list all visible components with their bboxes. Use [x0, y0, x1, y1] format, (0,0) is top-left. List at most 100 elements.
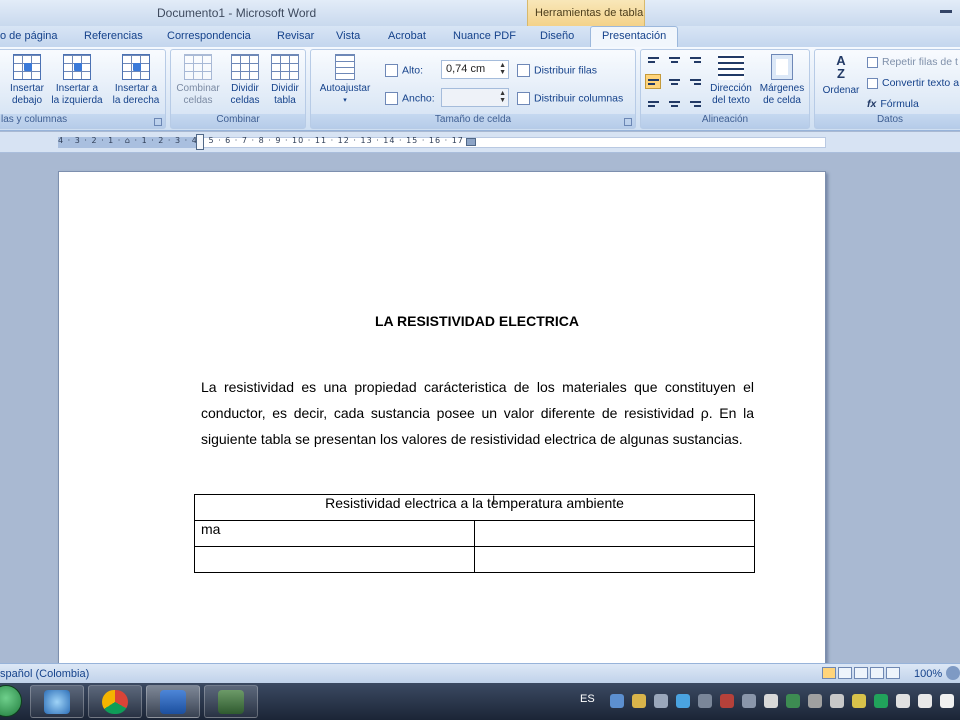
document-page[interactable]: LA RESISTIVIDAD ELECTRICA La resistivida… — [58, 171, 826, 681]
repeat-header-rows-button[interactable]: Repetir filas de t — [867, 56, 958, 68]
sort-icon: AZ — [836, 53, 846, 81]
indent-marker-icon[interactable] — [196, 134, 204, 150]
align-top-right-icon[interactable] — [687, 54, 703, 69]
insert-right-button[interactable]: Insertar a la derecha — [107, 54, 165, 107]
align-bottom-left-icon[interactable] — [645, 94, 661, 109]
cell-margins-label-2: de celda — [763, 95, 801, 106]
align-middle-center-icon[interactable] — [666, 74, 682, 89]
taskbar-word[interactable] — [146, 685, 200, 718]
volume-icon[interactable] — [940, 694, 954, 708]
tab-presentacion[interactable]: Presentación — [590, 26, 679, 48]
taskbar-chrome[interactable] — [88, 685, 142, 718]
tab-vista[interactable]: Vista — [336, 30, 360, 42]
web-layout-view-icon[interactable] — [854, 667, 868, 679]
tray-icon-2[interactable] — [632, 694, 646, 708]
table-cell[interactable] — [474, 546, 755, 573]
align-top-left-icon[interactable] — [645, 54, 661, 69]
full-screen-view-icon[interactable] — [838, 667, 852, 679]
align-middle-left-icon[interactable] — [645, 74, 661, 89]
column-width-icon — [385, 92, 398, 105]
insert-left-label-2: la izquierda — [51, 95, 103, 106]
row-height-field[interactable]: 0,74 cm ▲ ▼ — [441, 60, 509, 79]
tray-icon-11[interactable] — [830, 694, 844, 708]
outline-view-icon[interactable] — [870, 667, 884, 679]
tray-icon-9[interactable] — [786, 694, 800, 708]
distribute-rows-button[interactable]: Distribuir filas — [517, 64, 597, 77]
taskbar-app-1[interactable] — [30, 685, 84, 718]
table-header-cell[interactable]: Resistividad electrica a la temperatura … — [194, 494, 755, 521]
insert-left-button[interactable]: Insertar a la izquierda — [47, 54, 107, 107]
zoom-level[interactable]: 100% — [914, 668, 942, 680]
tab-correspondencia[interactable]: Correspondencia — [167, 30, 251, 42]
start-button-icon[interactable] — [0, 685, 22, 717]
table-cell[interactable] — [194, 546, 475, 573]
network-icon[interactable] — [918, 694, 932, 708]
convert-icon — [867, 77, 878, 89]
group-rows-columns: Insertar debajo Insertar a la izquierda … — [0, 49, 166, 129]
document-heading[interactable]: LA RESISTIVIDAD ELECTRICA — [59, 313, 895, 329]
app-icon — [44, 690, 70, 714]
align-middle-right-icon[interactable] — [687, 74, 703, 89]
table-cell[interactable] — [474, 520, 755, 547]
split-cells-button[interactable]: Dividir celdas — [225, 54, 265, 107]
column-width-field[interactable]: ▲ ▼ — [441, 88, 509, 107]
merge-cells-label-1: Combinar — [176, 83, 220, 94]
cell-margins-label-1: Márgenes — [759, 83, 805, 94]
column-marker-icon[interactable] — [466, 138, 476, 146]
width-label: Ancho: — [402, 92, 435, 105]
insert-left-label-1: Insertar a — [55, 83, 99, 94]
formula-icon: fx — [867, 98, 877, 110]
spin-arrows-icon[interactable]: ▲ ▼ — [499, 62, 506, 76]
resistivity-table[interactable]: Resistividad electrica a la temperatura … — [194, 494, 755, 573]
minimize-icon[interactable] — [940, 10, 952, 13]
tab-referencias[interactable]: Referencias — [84, 30, 143, 42]
print-layout-view-icon[interactable] — [822, 667, 836, 679]
tab-diseno[interactable]: Diseño — [540, 30, 574, 42]
cell-size-launcher-icon[interactable] — [624, 118, 632, 126]
group-data: AZ Ordenar Repetir filas de t Convertir … — [814, 49, 960, 129]
distribute-columns-button[interactable]: Distribuir columnas — [517, 92, 623, 105]
sort-button[interactable]: AZ Ordenar — [817, 54, 865, 97]
merge-cells-button[interactable]: Combinar celdas — [173, 54, 223, 107]
repeat-header-icon — [867, 56, 878, 68]
tray-icon-13[interactable] — [874, 694, 888, 708]
group-merge: Combinar celdas Dividir celdas Dividir t… — [170, 49, 306, 129]
tab-revisar[interactable]: Revisar — [277, 30, 314, 42]
horizontal-ruler[interactable]: 4 · 3 · 2 · 1 · ⌂ · 1 · 2 · 3 · 4 · 5 · … — [0, 132, 960, 153]
formula-button[interactable]: fx Fórmula — [867, 98, 919, 110]
rows-columns-launcher-icon[interactable] — [154, 118, 162, 126]
text-direction-button[interactable]: Dirección del texto — [707, 54, 755, 107]
tray-icon-8[interactable] — [764, 694, 778, 708]
tab-acrobat[interactable]: Acrobat — [388, 30, 426, 42]
tab-nuance-pdf[interactable]: Nuance PDF — [453, 30, 516, 42]
align-top-center-icon[interactable] — [666, 54, 682, 69]
tray-icon-5[interactable] — [698, 694, 712, 708]
insert-right-icon — [122, 54, 150, 80]
table-cell[interactable]: ma — [194, 520, 475, 547]
insert-below-button[interactable]: Insertar debajo — [5, 54, 49, 107]
draft-view-icon[interactable] — [886, 667, 900, 679]
tray-icon-12[interactable] — [852, 694, 866, 708]
tray-icon-7[interactable] — [742, 694, 756, 708]
status-bar: spañol (Colombia) 100% — [0, 663, 960, 683]
tray-icon-3[interactable] — [654, 694, 668, 708]
zoom-out-icon[interactable] — [946, 666, 960, 680]
autofit-button[interactable]: Autoajustar ▾ — [315, 54, 375, 107]
taskbar: ES — [0, 683, 960, 720]
align-bottom-right-icon[interactable] — [687, 94, 703, 109]
tray-icon-4[interactable] — [676, 694, 690, 708]
convert-to-text-button[interactable]: Convertir texto a — [867, 77, 959, 89]
tray-icon-10[interactable] — [808, 694, 822, 708]
align-bottom-center-icon[interactable] — [666, 94, 682, 109]
tray-language[interactable]: ES — [580, 693, 595, 705]
split-table-button[interactable]: Dividir tabla — [265, 54, 305, 107]
tab-diseno-de-pagina[interactable]: o de página — [0, 30, 58, 42]
document-paragraph[interactable]: La resistividad es una propiedad carácte… — [201, 374, 754, 452]
tray-icon-14[interactable] — [896, 694, 910, 708]
tray-icon-6[interactable] — [720, 694, 734, 708]
taskbar-captivate[interactable] — [204, 685, 258, 718]
status-language[interactable]: spañol (Colombia) — [0, 668, 89, 680]
tray-icon-1[interactable] — [610, 694, 624, 708]
cell-margins-button[interactable]: Márgenes de celda — [755, 54, 809, 107]
spin-arrows-icon[interactable]: ▲ ▼ — [499, 90, 506, 104]
